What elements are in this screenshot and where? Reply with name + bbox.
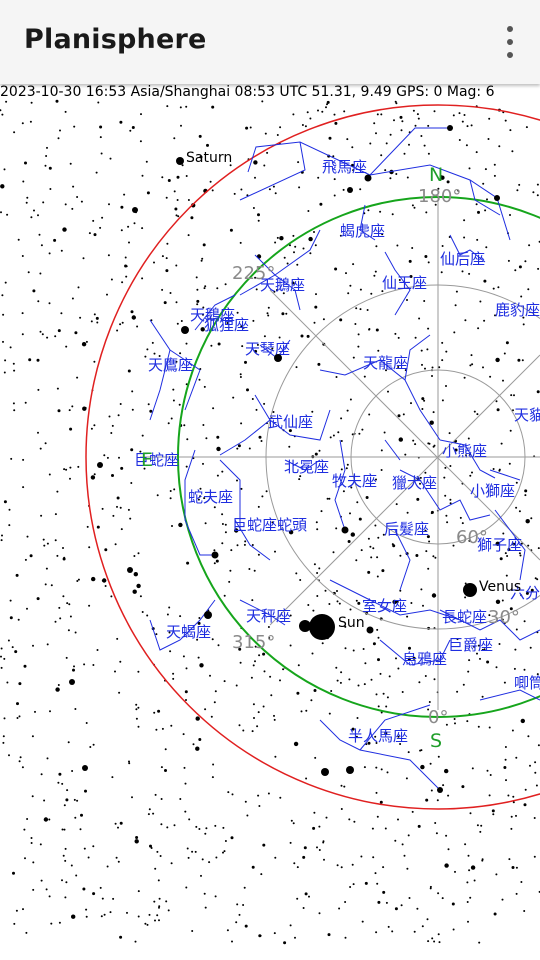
constellation-label: 蝎虎座 (340, 222, 385, 240)
venus-label: Venus (479, 579, 521, 595)
constellation-label: 室女座 (362, 597, 407, 615)
constellation-label: 蛇夫座 (188, 488, 233, 506)
constellation-label: 仙后座 (440, 250, 485, 268)
venus-marker[interactable] (463, 583, 477, 597)
azimuth-label: 0° (428, 707, 448, 728)
constellation-label: 北冕座 (284, 458, 329, 476)
saturn-marker[interactable] (176, 157, 184, 165)
line-pegasus (239, 141, 306, 201)
menu-dot (507, 52, 513, 58)
constellation-label: 小獅座 (470, 482, 515, 500)
sun-label: Sun (338, 615, 365, 631)
constellation-label: 唧筒 (514, 674, 540, 692)
menu-dot (507, 39, 513, 45)
more-vert-icon[interactable] (500, 26, 520, 58)
constellation-label: 巨蛇座蛇頭 (232, 516, 307, 534)
constellation-label: 小熊座 (442, 442, 487, 460)
altitude-label: 30° (488, 607, 520, 628)
constellation-label: 天鷹座 (148, 356, 193, 374)
constellation-label: 天秤座 (246, 607, 291, 625)
menu-dot (507, 26, 513, 32)
constellation-label: 天琴座 (245, 340, 290, 358)
constellation-label: 后髮座 (384, 520, 429, 538)
constellation-label: 天龍座 (363, 354, 408, 372)
constellation-label: 烏鴉座 (402, 650, 447, 668)
altitude-label: 60° (456, 527, 488, 548)
constellation-label: 鹿豹座 (495, 301, 540, 319)
azimuth-label: 315° (232, 632, 275, 653)
constellation-label: 天鵝座 (190, 306, 235, 324)
app-title: Planisphere (24, 24, 207, 55)
sky-map[interactable]: 飛馬座 蝎虎座 仙后座 仙王座 鹿豹座 天鵝座 狐狸座 天鷹座 天琴座 天龍座 … (0, 84, 540, 960)
line-leo-minor (489, 469, 521, 481)
constellation-label: 武仙座 (268, 413, 313, 431)
line-draco (404, 334, 431, 381)
azimuth-label: 225° (232, 263, 275, 284)
sun-marker[interactable] (309, 614, 335, 640)
saturn-label: Saturn (186, 150, 232, 166)
constellation-label: 長蛇座 (442, 608, 487, 626)
cardinal-south: S (430, 730, 442, 752)
constellation-label: 仙王座 (382, 274, 427, 292)
constellation-label: 天貓 (514, 406, 540, 424)
constellation-label: 天蝎座 (166, 623, 211, 641)
azimuth-label: 180° (418, 186, 461, 207)
app-bar: Planisphere (0, 0, 540, 84)
constellation-label: 飛馬座 (322, 158, 367, 176)
constellation-label: 獵犬座 (392, 474, 437, 492)
constellation-label: 巨爵座 (448, 636, 493, 654)
line-hercules (219, 419, 271, 456)
cardinal-east: E (141, 449, 153, 471)
status-readout: 2023-10-30 16:53 Asia/Shanghai 08:53 UTC… (0, 84, 495, 100)
constellation-label: 牧夫座 (332, 472, 377, 490)
moon-marker[interactable] (299, 620, 311, 632)
cardinal-north: N (429, 164, 443, 186)
constellation-label: 半人馬座 (348, 727, 408, 745)
